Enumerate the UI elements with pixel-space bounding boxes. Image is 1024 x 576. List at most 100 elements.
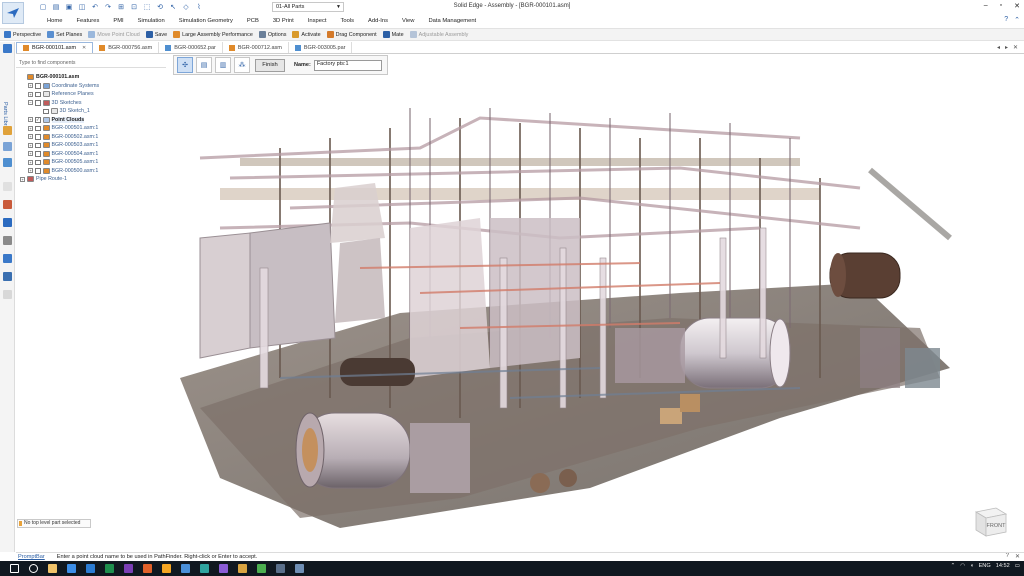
expand-icon[interactable]: + [20, 176, 25, 182]
finish-button[interactable]: Finish [255, 58, 285, 72]
restore-button[interactable]: ▫ [1000, 2, 1002, 10]
taskbar-app-icon[interactable] [276, 564, 285, 573]
visibility-checkbox[interactable] [35, 151, 41, 157]
prompt-bar-label[interactable]: PromptBar [18, 554, 45, 560]
grid-icon[interactable] [3, 254, 12, 263]
tree-row[interactable]: + Coordinate Systems [28, 82, 99, 91]
visibility-checkbox[interactable] [35, 100, 41, 106]
point-cloud-name-input[interactable]: Factory pts:1 [313, 59, 382, 71]
tab-prev-icon[interactable]: ◂ [997, 44, 1000, 51]
select-tools-icon[interactable] [3, 236, 12, 245]
expand-icon[interactable]: + [28, 91, 33, 97]
close-button[interactable]: ✕ [1014, 2, 1020, 10]
tree-row[interactable]: + Pipe Route-1 [20, 175, 67, 184]
tree-row[interactable]: + BGR-000502.asm:1 [28, 133, 98, 142]
expand-icon[interactable]: + [28, 142, 33, 148]
expand-icon[interactable]: + [28, 83, 33, 89]
document-tab[interactable]: BGR-000101.asm ✕ [16, 42, 94, 53]
taskbar-app-icon[interactable] [162, 564, 171, 573]
ribbon-collapse-icon[interactable]: ⌃ [1014, 16, 1020, 24]
taskbar-app-icon[interactable] [219, 564, 228, 573]
taskbar-app-icon[interactable] [257, 564, 266, 573]
clock[interactable]: 14:52 [996, 563, 1010, 569]
tree-row[interactable]: + ✓ Point Clouds [28, 116, 85, 125]
tab-view[interactable]: View [395, 18, 421, 24]
taskbar-app-icon[interactable] [200, 564, 209, 573]
document-tab[interactable]: BGR-003005.par [289, 42, 353, 53]
options-button[interactable]: Options [258, 31, 286, 38]
activate-button[interactable]: Activate [292, 31, 321, 38]
volume-icon[interactable]: ◖ [970, 563, 973, 569]
taskbar-app-icon[interactable] [295, 564, 304, 573]
graphics-viewport[interactable] [160, 78, 1020, 548]
expand-icon[interactable]: + [28, 168, 33, 174]
view-cube[interactable]: FRONT [970, 500, 1010, 538]
expand-icon[interactable]: + [28, 125, 33, 131]
visibility-checkbox[interactable] [35, 168, 41, 174]
document-tab[interactable]: BGR-000712.asm [223, 42, 289, 53]
globe-icon[interactable] [3, 272, 12, 281]
tab-add-ins[interactable]: Add-Ins [361, 18, 395, 24]
close-tab-icon[interactable]: ✕ [82, 45, 86, 51]
tree-row[interactable]: 3D Sketch_1 [36, 107, 90, 116]
taskbar-app-icon[interactable] [105, 564, 114, 573]
palette-icon[interactable] [3, 200, 12, 209]
help-icon[interactable]: ? [1004, 16, 1008, 24]
drag-component-button[interactable]: Drag Component [326, 31, 377, 38]
taskbar-app-icon[interactable] [181, 564, 190, 573]
tree-row[interactable]: + BGR-000505.asm:1 [28, 158, 98, 167]
visibility-checkbox[interactable] [35, 134, 41, 140]
visibility-checkbox[interactable] [35, 142, 41, 148]
language-indicator[interactable]: ENG [979, 563, 991, 569]
help-book-icon[interactable] [3, 218, 12, 227]
tree-row[interactable]: + BGR-000504.asm:1 [28, 150, 98, 159]
visibility-checkbox[interactable] [35, 125, 41, 131]
perspective-button[interactable]: Perspective [4, 31, 41, 38]
tab-simulation[interactable]: Simulation [131, 18, 172, 24]
document-tab[interactable]: BGR-000652.par [159, 42, 223, 53]
tab-close-all-icon[interactable]: ✕ [1013, 44, 1018, 51]
point-cloud-select-icon[interactable]: ✣ [177, 57, 193, 73]
mate-button[interactable]: Mate [382, 31, 404, 38]
save-button[interactable]: Save [145, 31, 167, 38]
tab-inspect[interactable]: Inspect [301, 18, 334, 24]
family-icon[interactable] [3, 158, 12, 167]
point-cloud-file-icon[interactable]: ▤ [196, 57, 212, 73]
tree-row[interactable]: + BGR-000500.asm:1 [28, 167, 98, 176]
notifications-icon[interactable]: ▭ [1015, 563, 1020, 569]
large-assembly-performance-button[interactable]: Large Assembly Performance [173, 31, 253, 38]
taskbar-app-icon[interactable] [143, 564, 152, 573]
taskbar-app-icon[interactable] [86, 564, 95, 573]
visibility-checkbox[interactable] [35, 159, 41, 165]
pathfinder-tab-icon[interactable] [3, 44, 12, 53]
visibility-checkbox[interactable] [35, 83, 41, 89]
layers-icon[interactable] [3, 126, 12, 135]
tab-data-management[interactable]: Data Management [421, 18, 483, 24]
tree-row[interactable]: + BGR-000501.asm:1 [28, 124, 98, 133]
search-icon[interactable] [29, 564, 38, 573]
minimize-button[interactable]: – [984, 2, 988, 10]
tab-simulation-geometry[interactable]: Simulation Geometry [172, 18, 240, 24]
tray-chevron-icon[interactable]: ⌃ [951, 563, 956, 569]
search-icon[interactable] [3, 182, 12, 191]
expand-icon[interactable]: + [28, 159, 33, 165]
pathfinder-search-input[interactable]: Type to find components [16, 59, 166, 68]
tab-3d-print[interactable]: 3D Print [266, 18, 301, 24]
tab-pmi[interactable]: PMI [106, 18, 130, 24]
visibility-checkbox[interactable] [43, 108, 49, 114]
point-cloud-scan-icon[interactable]: ⁂ [234, 57, 250, 73]
expand-icon[interactable]: + [28, 151, 33, 157]
tree-row[interactable]: − 3D Sketches [28, 99, 82, 108]
tab-next-icon[interactable]: ▸ [1005, 44, 1008, 51]
set-planes-button[interactable]: Set Planes [47, 31, 82, 38]
prompt-help-icon[interactable]: ? [1006, 553, 1009, 560]
start-icon[interactable] [10, 564, 19, 573]
adjustable-assembly-button[interactable]: Adjustable Assembly [409, 31, 468, 38]
tab-tools[interactable]: Tools [333, 18, 361, 24]
prompt-close-icon[interactable]: ✕ [1015, 553, 1020, 560]
visibility-checkbox[interactable] [35, 91, 41, 97]
point-cloud-options-icon[interactable]: ▥ [215, 57, 231, 73]
visibility-checkbox[interactable]: ✓ [35, 117, 41, 123]
tree-row[interactable]: + Reference Planes [28, 90, 94, 99]
network-icon[interactable]: ◠ [960, 563, 965, 569]
